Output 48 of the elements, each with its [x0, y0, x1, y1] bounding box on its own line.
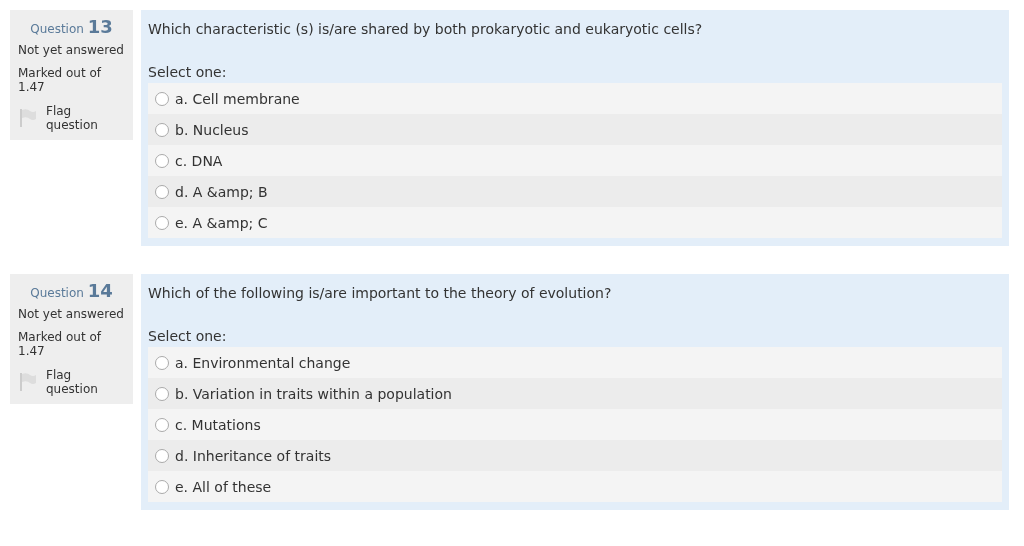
flag-question-link[interactable]: Flag question — [46, 104, 125, 132]
option-label: a. Cell membrane — [175, 90, 300, 107]
radio-button[interactable] — [155, 386, 169, 401]
option-label: e. All of these — [175, 478, 272, 495]
question-number: 13 — [87, 16, 113, 37]
question-text: Which of the following is/are important to the theory of evolution? — [148, 284, 613, 303]
flag-icon[interactable] — [18, 108, 38, 128]
radio-button[interactable] — [155, 153, 169, 168]
marked-out-of-label: Marked out of — [18, 66, 103, 80]
answer-option[interactable]: c. Mutations — [148, 409, 1002, 440]
answer-option[interactable]: e. All of these — [148, 471, 1002, 502]
mark-value: 1.47 — [18, 80, 46, 94]
question-status: Not yet answered — [18, 43, 125, 57]
mark-value: 1.47 — [18, 344, 46, 358]
radio-button[interactable] — [155, 355, 169, 370]
answer-option[interactable]: e. A &amp; C — [148, 207, 1002, 238]
option-label: c. Mutations — [175, 416, 261, 433]
option-label: d. A &amp; B — [175, 183, 268, 200]
answer-option[interactable]: a. Environmental change — [148, 347, 1002, 378]
flag-icon[interactable] — [18, 372, 38, 392]
radio-button[interactable] — [155, 91, 169, 106]
radio-button[interactable] — [155, 479, 169, 494]
select-one-prompt: Select one: — [148, 63, 228, 81]
question-label: Question — [30, 286, 84, 300]
option-label: b. Nucleus — [175, 121, 249, 138]
flag-question-link[interactable]: Flag question — [46, 368, 125, 396]
answer-option[interactable]: b. Nucleus — [148, 114, 1002, 145]
question-text: Which characteristic (s) is/are shared by both prokaryotic and eukaryotic cells? — [148, 20, 704, 39]
option-label: e. A &amp; C — [175, 214, 268, 231]
marked-out-of-label: Marked out of — [18, 330, 103, 344]
radio-button[interactable] — [155, 122, 169, 137]
radio-button[interactable] — [155, 448, 169, 463]
answer-option[interactable]: a. Cell membrane — [148, 83, 1002, 114]
radio-button[interactable] — [155, 215, 169, 230]
option-label: c. DNA — [175, 152, 223, 169]
answer-option[interactable]: d. Inheritance of traits — [148, 440, 1002, 471]
radio-button[interactable] — [155, 184, 169, 199]
question-number: 14 — [87, 280, 113, 301]
question-status: Not yet answered — [18, 307, 125, 321]
answer-option[interactable]: d. A &amp; B — [148, 176, 1002, 207]
answer-option[interactable]: c. DNA — [148, 145, 1002, 176]
option-label: a. Environmental change — [175, 354, 351, 371]
question-label: Question — [30, 22, 84, 36]
select-one-prompt: Select one: — [148, 327, 228, 345]
option-label: d. Inheritance of traits — [175, 447, 332, 464]
radio-button[interactable] — [155, 417, 169, 432]
answer-option[interactable]: b. Variation in traits within a population — [148, 378, 1002, 409]
option-label: b. Variation in traits within a population — [175, 385, 452, 402]
